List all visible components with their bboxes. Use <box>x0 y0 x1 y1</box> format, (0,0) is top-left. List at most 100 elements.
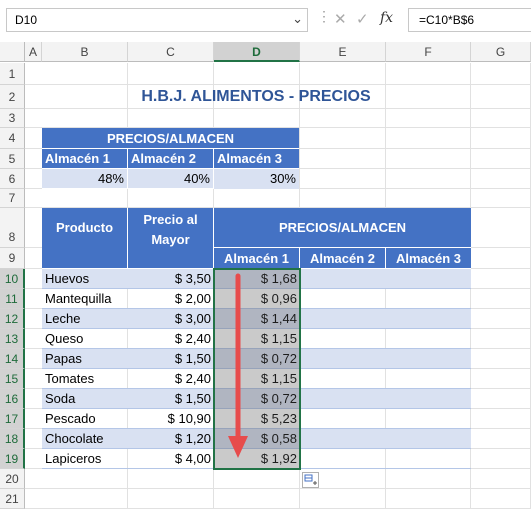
row-header-20[interactable]: 20 <box>0 469 25 489</box>
header-store-2[interactable]: Almacén 2 <box>300 248 386 269</box>
chevron-down-icon[interactable]: ⌄ <box>292 11 303 27</box>
row-header-6[interactable]: 6 <box>0 169 25 189</box>
price-value: $ 1,50 <box>174 351 211 366</box>
name-box-value: D10 <box>15 13 38 27</box>
name-box[interactable]: D10 ⌄ <box>6 8 308 32</box>
top-table-header[interactable]: PRECIOS/ALMACEN <box>42 128 299 149</box>
wholesale-price[interactable]: $ 3,50 <box>128 269 214 289</box>
top-store-3[interactable]: Almacén 3 <box>214 149 299 169</box>
enter-icon[interactable]: ✓ <box>356 10 369 28</box>
price-value: $ 1,20 <box>174 431 211 446</box>
store2-price[interactable] <box>300 409 386 429</box>
row-header-7[interactable]: 7 <box>0 189 25 208</box>
row-header-15[interactable]: 15 <box>0 369 25 389</box>
product-name[interactable]: Lapiceros <box>42 449 128 469</box>
row-header-10[interactable]: 10 <box>0 269 25 289</box>
product-name[interactable]: Chocolate <box>42 429 128 449</box>
row-header-8[interactable]: 8 <box>0 208 25 248</box>
row-header-1[interactable]: 1 <box>0 63 25 85</box>
formula-text: =C10*B$6 <box>419 13 475 27</box>
column-header-f[interactable]: F <box>386 42 471 62</box>
store3-price[interactable] <box>386 409 471 429</box>
store2-price[interactable] <box>300 269 386 289</box>
store3-price[interactable] <box>386 429 471 449</box>
row-header-12[interactable]: 12 <box>0 309 25 329</box>
row-header-5[interactable]: 5 <box>0 149 25 169</box>
row-header-16[interactable]: 16 <box>0 389 25 409</box>
store3-price[interactable] <box>386 449 471 469</box>
store2-price[interactable] <box>300 289 386 309</box>
wholesale-price[interactable]: $ 1,50 <box>128 349 214 369</box>
product-name[interactable]: Soda <box>42 389 128 409</box>
store2-price[interactable] <box>300 329 386 349</box>
product-name[interactable]: Huevos <box>42 269 128 289</box>
top-pct-2[interactable]: 40% <box>128 169 214 189</box>
spreadsheet-grid[interactable]: ABCDEFG 1 2 3 4 5 6 7 8 9 10 11 12 13 14 15 16 17 18 19 20 2… <box>0 40 531 512</box>
store3-price[interactable] <box>386 289 471 309</box>
top-pct-3[interactable]: 30% <box>214 169 299 189</box>
store2-price[interactable] <box>300 309 386 329</box>
header-store-3[interactable]: Almacén 3 <box>386 248 471 269</box>
header-producto[interactable]: Producto <box>42 208 128 269</box>
wholesale-price[interactable]: $ 2,40 <box>128 369 214 389</box>
row-header-17[interactable]: 17 <box>0 409 25 429</box>
product-name[interactable]: Leche <box>42 309 128 329</box>
product-name[interactable]: Mantequilla <box>42 289 128 309</box>
product-name[interactable]: Queso <box>42 329 128 349</box>
column-header-e[interactable]: E <box>300 42 386 62</box>
row-header-14[interactable]: 14 <box>0 349 25 369</box>
wholesale-price[interactable]: $ 1,50 <box>128 389 214 409</box>
product-name[interactable]: Papas <box>42 349 128 369</box>
column-header-g[interactable]: G <box>471 42 531 62</box>
row-header-13[interactable]: 13 <box>0 329 25 349</box>
column-header-a[interactable]: A <box>25 42 42 62</box>
row-header-3[interactable]: 3 <box>0 109 25 128</box>
store3-price[interactable] <box>386 349 471 369</box>
store3-price[interactable] <box>386 369 471 389</box>
row-header-18[interactable]: 18 <box>0 429 25 449</box>
drag-handle-icon[interactable]: ⋮ <box>317 8 331 25</box>
formula-bar: D10 ⌄ ⋮ ✕ ✓ fx =C10*B$6 <box>0 0 531 40</box>
wholesale-price[interactable]: $ 10,90 <box>128 409 214 429</box>
cancel-icon[interactable]: ✕ <box>334 10 347 28</box>
store2-price[interactable] <box>300 369 386 389</box>
top-pct-1[interactable]: 48% <box>42 169 128 189</box>
row-header-2[interactable]: 2 <box>0 85 25 109</box>
wholesale-price[interactable]: $ 2,00 <box>128 289 214 309</box>
product-name[interactable]: Tomates <box>42 369 128 389</box>
price-value: $ 4,00 <box>174 451 211 466</box>
store2-price[interactable] <box>300 389 386 409</box>
store3-price[interactable] <box>386 269 471 289</box>
store3-price[interactable] <box>386 309 471 329</box>
price-value: $ 2,00 <box>174 291 211 306</box>
header-store-1[interactable]: Almacén 1 <box>214 248 300 269</box>
wholesale-price[interactable]: $ 3,00 <box>128 309 214 329</box>
wholesale-price[interactable]: $ 2,40 <box>128 329 214 349</box>
product-name[interactable]: Pescado <box>42 409 128 429</box>
fill-down-arrow-icon <box>228 273 248 458</box>
store2-price[interactable] <box>300 429 386 449</box>
sheet-title[interactable]: H.B.J. ALIMENTOS - PRECIOS <box>42 85 470 109</box>
top-store-1[interactable]: Almacén 1 <box>42 149 128 169</box>
header-precio[interactable]: Precio al Mayor <box>128 208 214 269</box>
formula-input[interactable]: =C10*B$6 <box>408 8 531 32</box>
column-header-b[interactable]: B <box>42 42 128 62</box>
column-header-d[interactable]: D <box>214 42 300 62</box>
row-header-21[interactable]: 21 <box>0 489 25 509</box>
wholesale-price[interactable]: $ 1,20 <box>128 429 214 449</box>
function-icon[interactable]: fx <box>380 10 393 26</box>
wholesale-price[interactable]: $ 4,00 <box>128 449 214 469</box>
select-all-corner[interactable] <box>0 42 25 62</box>
store2-price[interactable] <box>300 449 386 469</box>
top-store-2[interactable]: Almacén 2 <box>128 149 214 169</box>
store3-price[interactable] <box>386 329 471 349</box>
row-header-9[interactable]: 9 <box>0 248 25 269</box>
row-header-11[interactable]: 11 <box>0 289 25 309</box>
row-header-4[interactable]: 4 <box>0 128 25 149</box>
store3-price[interactable] <box>386 389 471 409</box>
quick-analysis-icon[interactable] <box>302 472 319 488</box>
row-header-19[interactable]: 19 <box>0 449 25 469</box>
column-header-c[interactable]: C <box>128 42 214 62</box>
store2-price[interactable] <box>300 349 386 369</box>
header-precios-almacen[interactable]: PRECIOS/ALMACEN <box>214 208 471 248</box>
